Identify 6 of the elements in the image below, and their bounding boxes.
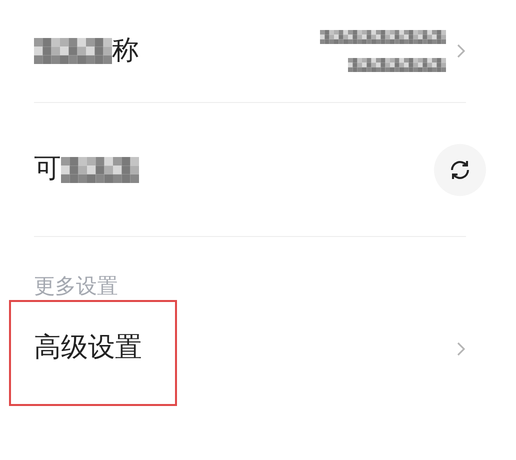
chevron-right-icon <box>456 43 466 59</box>
section-header: 更多设置 <box>34 273 119 300</box>
settings-item[interactable]: 高级设置 <box>34 328 142 369</box>
label-text: 可 <box>34 152 61 186</box>
label-text: 称 <box>112 34 139 68</box>
chevron-right-icon <box>456 340 466 356</box>
